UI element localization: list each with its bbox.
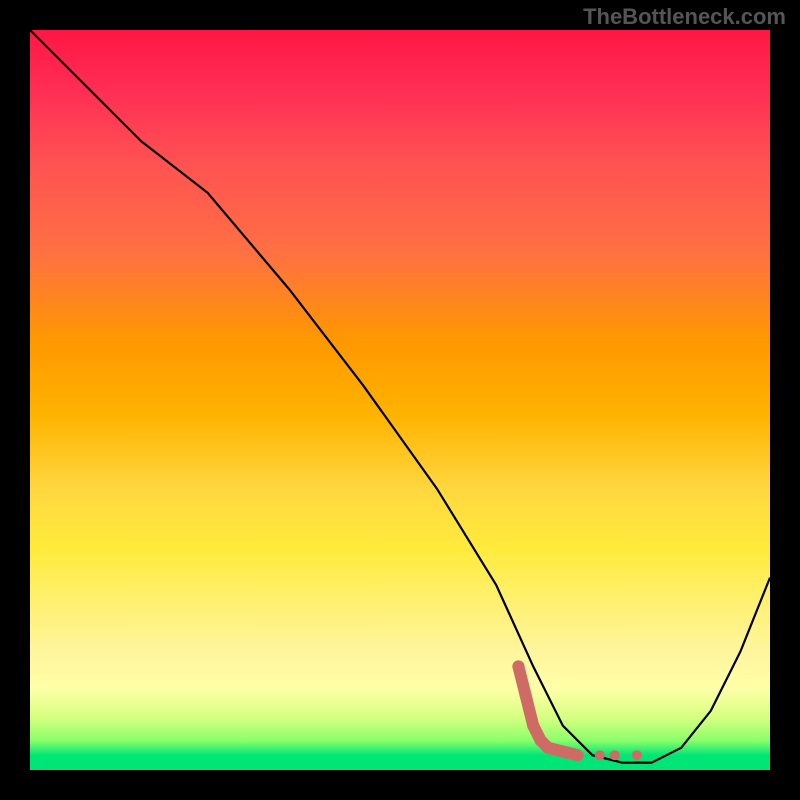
optimal-marker-dot: [610, 750, 620, 760]
optimal-marker-dot: [527, 720, 539, 732]
bottleneck-curve-line: [30, 30, 770, 763]
optimal-marker-dot: [542, 742, 554, 754]
optimal-marker-dot: [573, 750, 583, 760]
optimal-marker-dot: [512, 660, 524, 672]
chart-overlay-svg: [30, 30, 770, 770]
optimal-marker-dot: [520, 690, 532, 702]
optimal-zone-marker-group: [512, 660, 641, 760]
optimal-marker-dot: [595, 750, 605, 760]
attribution-text: TheBottleneck.com: [583, 4, 786, 30]
optimal-marker-dot: [632, 750, 642, 760]
optimal-marker-dot: [558, 747, 568, 757]
chart-plot-area: [30, 30, 770, 770]
